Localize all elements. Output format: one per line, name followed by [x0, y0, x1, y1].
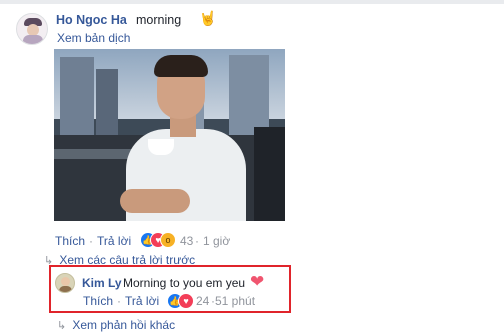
reply-actions: Thích · Trả lời	[83, 294, 160, 308]
comment-author[interactable]: Ho Ngoc Ha	[56, 13, 127, 27]
like-button[interactable]: Thích	[55, 234, 85, 248]
reactions-summary[interactable]: 👍 ♥ o	[140, 232, 178, 248]
reply-timestamp[interactable]: 51 phút	[215, 294, 255, 308]
rock-hand-emoji: 🤘	[199, 10, 217, 26]
reply-avatar[interactable]	[55, 273, 75, 293]
heart-emoji: ❤	[250, 272, 265, 291]
avatar[interactable]	[16, 13, 48, 45]
view-more-replies-label: Xem phản hồi khác	[72, 318, 176, 332]
separator-dot: ·	[195, 234, 199, 248]
reply-author[interactable]: Kim Ly	[82, 276, 122, 290]
timestamp[interactable]: 1 giờ	[203, 234, 230, 248]
see-translation-link[interactable]: Xem bản dịch	[57, 31, 130, 45]
reply-reply-button[interactable]: Trả lời	[125, 294, 159, 308]
love-icon: ♥	[178, 293, 194, 309]
reply-arrow-icon: ↳	[57, 320, 67, 332]
reply-text: Morning to you em yeu	[123, 276, 246, 290]
comment-photo[interactable]	[54, 49, 285, 221]
reply-reactions-summary[interactable]: 👍 ♥	[167, 293, 194, 309]
reply-button[interactable]: Trả lời	[97, 234, 131, 248]
feed-divider	[0, 0, 504, 4]
comment-text: morning	[136, 13, 182, 27]
view-more-replies[interactable]: ↳ Xem phản hồi khác	[57, 318, 175, 332]
comment-actions: Thích · Trả lời	[55, 234, 132, 248]
wow-icon: o	[160, 232, 176, 248]
reply-like-button[interactable]: Thích	[83, 294, 113, 308]
